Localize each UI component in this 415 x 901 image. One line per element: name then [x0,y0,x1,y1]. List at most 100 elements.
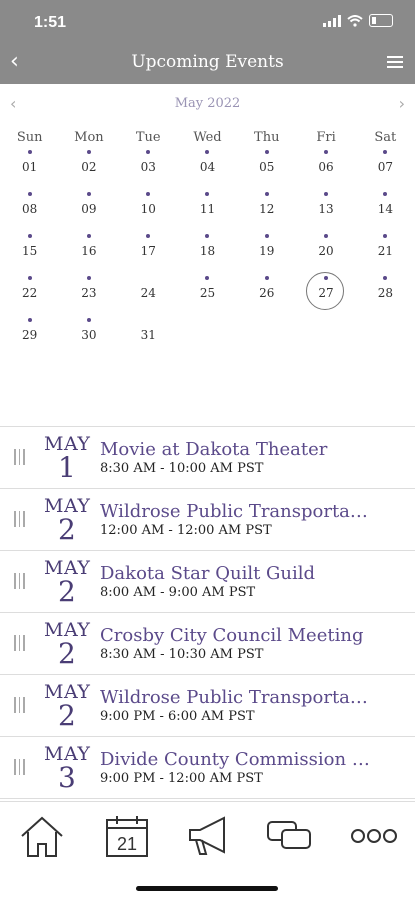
drag-handle-icon[interactable] [14,511,25,527]
calendar-day[interactable]: 06 [296,150,355,192]
calendar-day[interactable]: 08 [0,192,59,234]
calendar-day[interactable]: 10 [119,192,178,234]
calendar-day[interactable]: 26 [237,276,296,318]
calendar-day[interactable]: 13 [296,192,355,234]
event-dot-icon [264,234,269,238]
event-title: Wildrose Public Transportation [100,687,375,708]
battery-icon [369,14,393,27]
calendar-day[interactable]: 07 [356,150,415,192]
calendar-day[interactable]: 31 [119,318,178,360]
event-dot-icon [324,276,328,280]
calendar-day[interactable]: 05 [237,150,296,192]
event-time: 9:00 PM - 6:00 AM PST [100,709,255,724]
calendar-day[interactable]: 22 [0,276,59,318]
event-time: 12:00 AM - 12:00 AM PST [100,523,272,538]
event-title: Crosby City Council Meeting [100,625,364,646]
event-dot-icon [324,192,328,196]
calendar-icon-day: 21 [117,834,137,854]
event-day: 2 [58,513,76,546]
calendar-day-number: 24 [140,286,156,300]
calendar-day[interactable]: 16 [59,234,118,276]
month-label: May 2022 [174,96,241,111]
calendar-day[interactable]: 25 [178,276,237,318]
calendar-grid: Sun Mon Tue Wed Thu Fri Sat 01 02 03 04 05 06 07 08 09… [0,130,415,360]
event-dot-icon [86,234,91,238]
event-day: 2 [58,699,76,732]
weekday-label: Thu [254,130,280,145]
event-dot-icon [264,192,269,196]
event-dot-icon [27,318,32,322]
drag-handle-icon[interactable] [14,449,25,465]
event-time: 8:30 AM - 10:30 AM PST [100,647,264,662]
calendar-day-selected[interactable]: 27 [296,272,355,318]
menu-icon[interactable] [387,56,403,71]
calendar-day[interactable]: 23 [59,276,118,318]
calendar-day[interactable]: 30 [59,318,118,360]
calendar-day[interactable]: 18 [178,234,237,276]
event-dot-icon [86,318,91,322]
event-row[interactable]: MAY 2 Crosby City Council Meeting 8:30 AM -… [0,613,415,675]
calendar-day[interactable]: 09 [59,192,118,234]
weekday-label: Tue [135,130,161,145]
event-row[interactable]: MAY 1 Movie at Dakota Theater 8:30 AM - 10:… [0,427,415,489]
wifi-icon [347,14,363,27]
weekday-label: Sat [374,130,397,145]
calendar-day[interactable]: 20 [296,234,355,276]
event-dot-icon [264,276,269,280]
event-dot-icon [264,150,269,154]
event-row[interactable]: MAY 2 Wildrose Public Transportation 9:00 P… [0,675,415,737]
calendar-day[interactable]: 19 [237,234,296,276]
megaphone-icon[interactable] [184,812,232,860]
weekday-label: Fri [316,130,336,145]
event-dot-icon [27,276,32,280]
home-indicator [136,886,278,891]
calendar-week: 29 30 31 [0,318,415,360]
event-row[interactable]: MAY 2 Dakota Star Quilt Guild 8:00 AM - 9:0… [0,551,415,613]
calendar-day[interactable]: 21 [356,234,415,276]
weekday-label: Sun [16,130,43,145]
calendar-day[interactable]: 29 [0,318,59,360]
drag-handle-icon[interactable] [14,573,25,589]
next-month-button[interactable]: › [399,94,405,113]
weekday-label: Mon [74,130,104,145]
calendar-day[interactable]: 17 [119,234,178,276]
calendar-header: ‹ May 2022 › [0,94,415,116]
calendar-day[interactable]: 14 [356,192,415,234]
event-dot-icon [86,192,91,196]
calendar-day[interactable]: 02 [59,150,118,192]
chat-icon[interactable] [266,812,314,860]
event-row[interactable]: MAY 2 Wildrose Public Transportation 12:00 … [0,489,415,551]
event-title: Divide County Commission Meeting [100,749,375,770]
event-title: Dakota Star Quilt Guild [100,563,316,584]
calendar-week: 08 09 10 11 12 13 14 [0,192,415,234]
drag-handle-icon[interactable] [14,697,25,713]
event-title: Movie at Dakota Theater [100,439,328,460]
signal-icon [323,14,341,27]
drag-handle-icon[interactable] [14,635,25,651]
more-icon[interactable] [350,812,398,860]
page-title: Upcoming Events [131,52,284,72]
calendar-icon[interactable]: 21 [103,812,151,860]
calendar-day[interactable]: 01 [0,150,59,192]
event-row[interactable]: MAY3Divide County Commission Meeting9:00… [0,737,415,799]
home-icon[interactable] [18,812,66,860]
event-dot-icon [27,234,32,238]
drag-handle-icon[interactable] [14,759,25,775]
calendar-day[interactable]: 11 [178,192,237,234]
calendar-day[interactable]: 04 [178,150,237,192]
calendar-day[interactable]: 15 [0,234,59,276]
event-dot-icon [86,150,91,154]
calendar-day[interactable]: 03 [119,150,178,192]
calendar-day[interactable]: 28 [356,276,415,318]
calendar-week: 22 23 24 25 26 27 28 [0,272,415,318]
status-icons [323,14,393,27]
calendar-day-number: 31 [140,328,156,342]
nav-bar: ‹ Upcoming Events [0,44,415,84]
event-time: 9:00 PM - 12:00 AM PST [100,771,263,786]
calendar-day[interactable]: 12 [237,192,296,234]
calendar-week: 15 16 17 18 19 20 21 [0,234,415,276]
event-dot-icon [324,150,328,154]
event-day: 1 [58,451,76,484]
event-dot-icon [27,192,32,196]
calendar-day[interactable]: 24 [119,276,178,318]
